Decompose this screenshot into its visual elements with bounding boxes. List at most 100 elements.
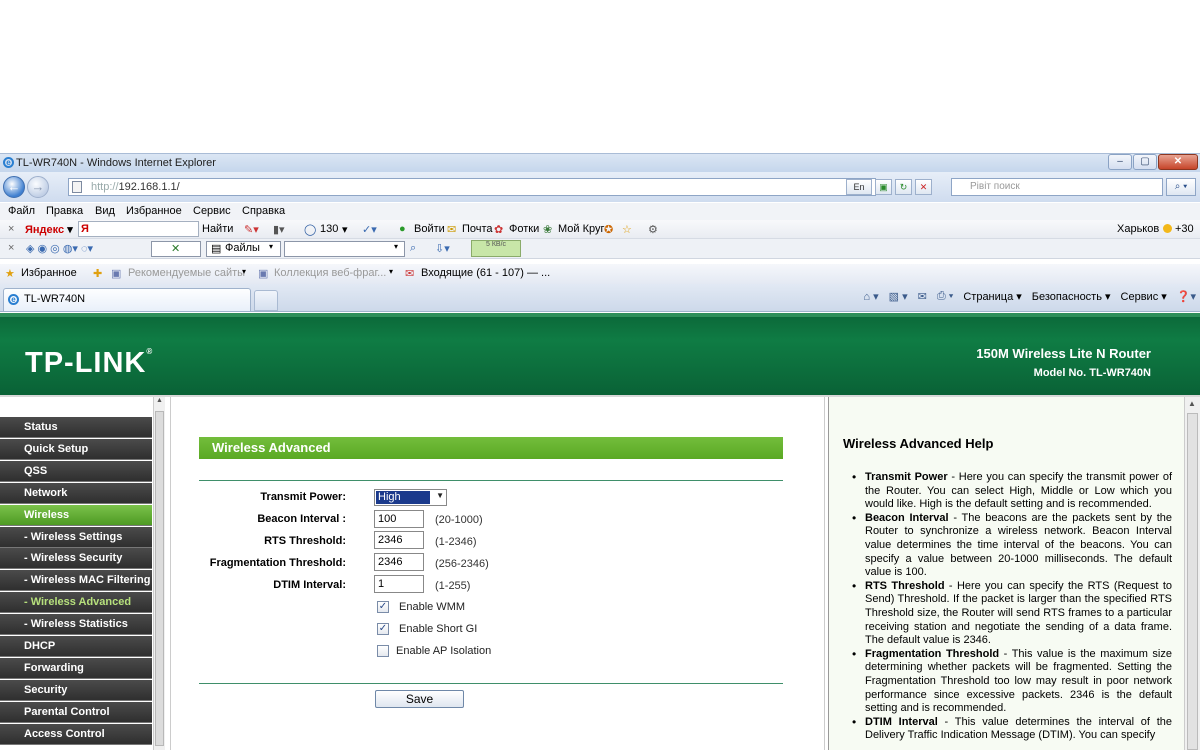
address-input[interactable]: http://192.168.1.1/ xyxy=(68,178,876,196)
chat-icon[interactable]: ◯ xyxy=(304,223,316,236)
photos-button[interactable]: Фотки xyxy=(509,223,539,235)
menu-help[interactable]: Справка xyxy=(242,205,285,217)
sidebar-item-wireless-statistics[interactable]: - Wireless Statistics xyxy=(0,614,152,636)
yandex-search-input[interactable] xyxy=(78,221,199,237)
gear-icon[interactable]: ⚙ xyxy=(648,223,658,236)
mail-button[interactable]: Почта xyxy=(462,223,493,235)
enable-wmm-checkbox[interactable]: ✓ xyxy=(377,601,389,613)
ie-logo-icon: e xyxy=(3,157,14,168)
dtim-interval-input[interactable]: 1 xyxy=(374,575,424,593)
help-term: Transmit Power xyxy=(865,471,948,483)
search-icon[interactable]: ⌕ ▾ xyxy=(1166,178,1196,196)
signal-icon[interactable]: ▮▾ xyxy=(273,223,285,236)
forward-button[interactable]: → xyxy=(27,176,49,198)
download-icon[interactable]: ⇩▾ xyxy=(435,242,450,255)
chevron-down-icon[interactable]: ▾ xyxy=(342,223,348,236)
star-icon[interactable]: ☆ xyxy=(622,223,632,236)
maximize-button[interactable]: ▢ xyxy=(1133,154,1157,170)
sidebar-item-dhcp[interactable]: DHCP xyxy=(0,636,152,657)
transmit-power-select[interactable]: High ▼ xyxy=(374,489,447,506)
menu-view[interactable]: Вид xyxy=(95,205,115,217)
inbox-link[interactable]: Входящие (61 - 107) — ... xyxy=(421,267,550,279)
toolbar3-icons[interactable]: ◈ ◉ ◎ ◍▾ ◌▾ xyxy=(26,242,93,255)
refresh-icon[interactable]: ↻ xyxy=(895,179,912,195)
help-item: RTS Threshold - Here you can specify the… xyxy=(852,580,1172,648)
my-circle-button[interactable]: Мой Круг xyxy=(558,223,605,235)
feeds-icon[interactable]: ▧ ▾ xyxy=(889,290,908,303)
mail-count[interactable]: 130 xyxy=(320,223,338,235)
sidebar-item-forwarding[interactable]: Forwarding xyxy=(0,657,152,679)
print-icon[interactable]: ⎙ ▾ xyxy=(937,290,953,303)
scroll-up-icon[interactable]: ▲ xyxy=(154,397,165,409)
yandex-brand[interactable]: Яндекс ▾ xyxy=(25,223,73,236)
help-icon[interactable]: ❓▾ xyxy=(1177,290,1196,303)
sidebar-item-wireless-security[interactable]: - Wireless Security xyxy=(0,548,152,570)
sidebar-scroll-thumb[interactable] xyxy=(155,411,164,746)
bookmarks-icon[interactable]: ✪ xyxy=(604,223,613,236)
new-tab-button[interactable] xyxy=(254,290,278,311)
back-button[interactable]: ← xyxy=(3,176,25,198)
search-input[interactable]: Рівіт поиск xyxy=(951,178,1163,196)
toolbar-close-icon[interactable]: × xyxy=(8,223,14,235)
menu-tools[interactable]: Сервис xyxy=(193,205,231,217)
menu-file[interactable]: Файл xyxy=(8,205,35,217)
safety-menu[interactable]: Безопасность ▾ xyxy=(1032,290,1111,303)
tab-ie-icon: e xyxy=(8,294,19,305)
enable-wmm-label: Enable WMM xyxy=(399,601,466,613)
favorites-button[interactable]: Избранное xyxy=(21,267,77,279)
help-scroll-thumb[interactable] xyxy=(1187,413,1198,750)
web-gallery-link[interactable]: Коллекция веб-фраг... xyxy=(274,267,386,279)
weather-temp[interactable]: +30 xyxy=(1163,223,1194,235)
sidebar-item-wireless-advanced[interactable]: - Wireless Advanced xyxy=(0,592,152,614)
stop-icon[interactable]: ✕ xyxy=(915,179,932,195)
help-scroll-up-icon[interactable]: ▲ xyxy=(1188,399,1196,408)
rts-threshold-input[interactable]: 2346 xyxy=(374,531,424,549)
minimize-button[interactable]: – xyxy=(1108,154,1132,170)
search-small-icon[interactable]: ⌕ xyxy=(410,242,416,255)
help-scrollbar[interactable]: ▲ xyxy=(1184,397,1200,750)
tplink-logo: TP-LINK® xyxy=(25,347,154,379)
window-title: TL-WR740N - Windows Internet Explorer xyxy=(16,157,216,169)
yandex-find-button[interactable]: Найти xyxy=(202,223,233,235)
check-icon[interactable]: ✓▾ xyxy=(362,223,377,236)
home-icon[interactable]: ⌂ ▾ xyxy=(863,290,878,303)
transmit-power-label: Transmit Power: xyxy=(260,491,346,503)
help-list: Transmit Power - Here you can specify th… xyxy=(852,471,1172,743)
pencil-icon[interactable]: ✎▾ xyxy=(244,223,259,236)
tab-router[interactable]: e TL-WR740N xyxy=(3,288,251,311)
compat-view-icon[interactable]: ▣ xyxy=(875,179,892,195)
add-favorite-icon[interactable]: ✚ xyxy=(93,267,102,280)
recommended-sites-link[interactable]: Рекомендуемые сайты xyxy=(128,267,245,279)
sidebar-scrollbar[interactable]: ▲ xyxy=(153,397,165,750)
sidebar-item-security[interactable]: Security xyxy=(0,679,152,701)
gallery-chevron-icon[interactable]: ▾ xyxy=(389,267,393,276)
recommended-chevron-icon[interactable]: ▾ xyxy=(242,267,246,276)
tools-menu[interactable]: Сервис ▾ xyxy=(1121,290,1167,303)
toolbar3-input[interactable] xyxy=(284,241,405,257)
login-icon: ● xyxy=(399,223,406,235)
sidebar-item-wireless-mac-filtering[interactable]: - Wireless MAC Filtering xyxy=(0,570,152,592)
login-button[interactable]: Войти xyxy=(414,223,445,235)
weather-city[interactable]: Харьков xyxy=(1117,223,1159,235)
page-menu[interactable]: Страница ▾ xyxy=(963,290,1021,303)
fragmentation-threshold-input[interactable]: 2346 xyxy=(374,553,424,571)
sidebar-item-wireless-settings[interactable]: - Wireless Settings xyxy=(0,526,152,548)
toolbar3-close-icon[interactable]: × xyxy=(8,242,14,254)
close-button[interactable]: ✕ xyxy=(1158,154,1198,170)
sidebar-item-status[interactable]: Status xyxy=(0,417,152,438)
menu-favorites[interactable]: Избранное xyxy=(126,205,182,217)
sidebar-item-qss[interactable]: QSS xyxy=(0,460,152,482)
sidebar-item-quick-setup[interactable]: Quick Setup xyxy=(0,438,152,460)
read-mail-icon[interactable]: ✉ xyxy=(918,290,927,303)
language-indicator[interactable]: En xyxy=(846,179,872,195)
sidebar-item-network[interactable]: Network xyxy=(0,482,152,504)
enable-ap-isolation-checkbox[interactable] xyxy=(377,645,389,657)
sidebar-item-wireless[interactable]: Wireless xyxy=(0,504,152,526)
beacon-interval-input[interactable]: 100 xyxy=(374,510,424,528)
menu-edit[interactable]: Правка xyxy=(46,205,83,217)
enable-short-gi-checkbox[interactable]: ✓ xyxy=(377,623,389,635)
save-button[interactable]: Save xyxy=(375,690,464,708)
sidebar-item-access-control[interactable]: Access Control xyxy=(0,723,152,745)
sidebar-item-parental-control[interactable]: Parental Control xyxy=(0,701,152,723)
toolbar3-input-chevron-icon: ▾ xyxy=(394,242,399,251)
